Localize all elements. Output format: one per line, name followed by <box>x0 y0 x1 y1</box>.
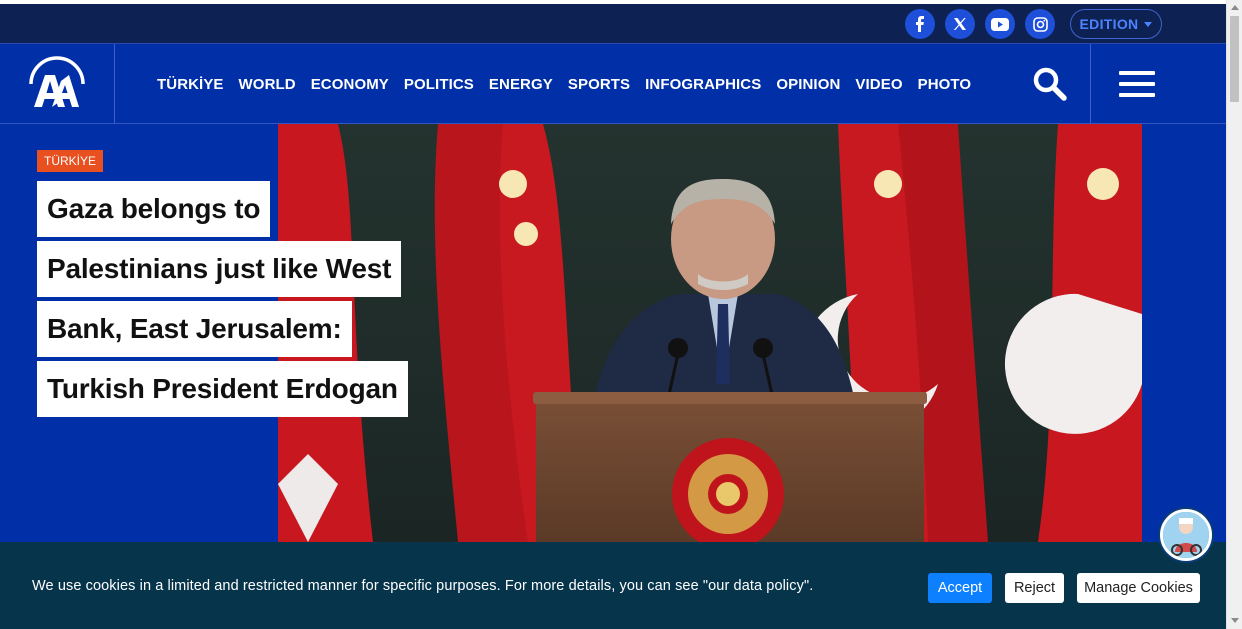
caret-down-icon <box>1144 21 1153 27</box>
hamburger-menu-button[interactable] <box>1090 44 1226 124</box>
reject-cookies-button[interactable]: Reject <box>1005 573 1064 603</box>
category-tag[interactable]: TÜRKİYE <box>37 150 104 172</box>
nav-item-sports[interactable]: SPORTS <box>568 76 630 93</box>
scroll-thumb[interactable] <box>1230 16 1239 102</box>
page-scrollbar[interactable] <box>1226 0 1242 629</box>
main-nav-bar: TÜRKİYE WORLD ECONOMY POLITICS ENERGY SP… <box>0 44 1226 124</box>
scroll-down-arrow-icon[interactable] <box>1231 618 1239 623</box>
social-top-bar: EDITION <box>0 4 1226 44</box>
x-icon[interactable] <box>945 9 975 39</box>
nav-item-turkiye[interactable]: TÜRKİYE <box>157 76 224 93</box>
nav-menu: TÜRKİYE WORLD ECONOMY POLITICS ENERGY SP… <box>157 44 971 124</box>
headline-line: Gaza belongs to <box>37 181 271 237</box>
headline-line: Turkish President Erdogan <box>37 361 408 417</box>
nav-item-opinion[interactable]: OPINION <box>776 76 840 93</box>
nav-item-energy[interactable]: ENERGY <box>489 76 553 93</box>
headline-line: Palestinians just like West <box>37 241 402 297</box>
scroll-up-arrow-icon[interactable] <box>1231 5 1239 10</box>
chat-assistant-avatar[interactable] <box>1160 509 1212 561</box>
hero-section: TÜRKİYE Gaza belongs to Palestinians jus… <box>0 124 1226 542</box>
nav-item-politics[interactable]: POLITICS <box>404 76 474 93</box>
edition-dropdown[interactable]: EDITION <box>1070 9 1162 39</box>
aa-logo-icon <box>29 56 85 107</box>
nav-item-economy[interactable]: ECONOMY <box>311 76 389 93</box>
search-icon[interactable] <box>1032 66 1068 102</box>
nav-item-video[interactable]: VIDEO <box>855 76 902 93</box>
hamburger-menu-icon <box>1118 71 1155 97</box>
cookie-consent-bar: We use cookies in a limited and restrict… <box>0 542 1226 629</box>
browser-viewport: EDITION TÜRKİYE WORLD ECONOMY POLITICS E… <box>0 0 1242 629</box>
nav-item-world[interactable]: WORLD <box>239 76 296 93</box>
aa-logo[interactable] <box>0 44 115 124</box>
edition-label: EDITION <box>1079 16 1139 32</box>
nav-item-photo[interactable]: PHOTO <box>918 76 972 93</box>
facebook-icon[interactable] <box>905 9 935 39</box>
nav-item-infographics[interactable]: INFOGRAPHICS <box>645 76 761 93</box>
instagram-icon[interactable] <box>1025 9 1055 39</box>
headline-line: Bank, East Jerusalem: <box>37 301 352 357</box>
assistant-avatar-icon <box>1163 512 1209 558</box>
youtube-icon[interactable] <box>985 9 1015 39</box>
headline[interactable]: Gaza belongs to Palestinians just like W… <box>37 181 457 421</box>
cookie-message: We use cookies in a limited and restrict… <box>32 578 814 594</box>
accept-cookies-button[interactable]: Accept <box>928 573 992 603</box>
manage-cookies-button[interactable]: Manage Cookies <box>1077 573 1200 603</box>
